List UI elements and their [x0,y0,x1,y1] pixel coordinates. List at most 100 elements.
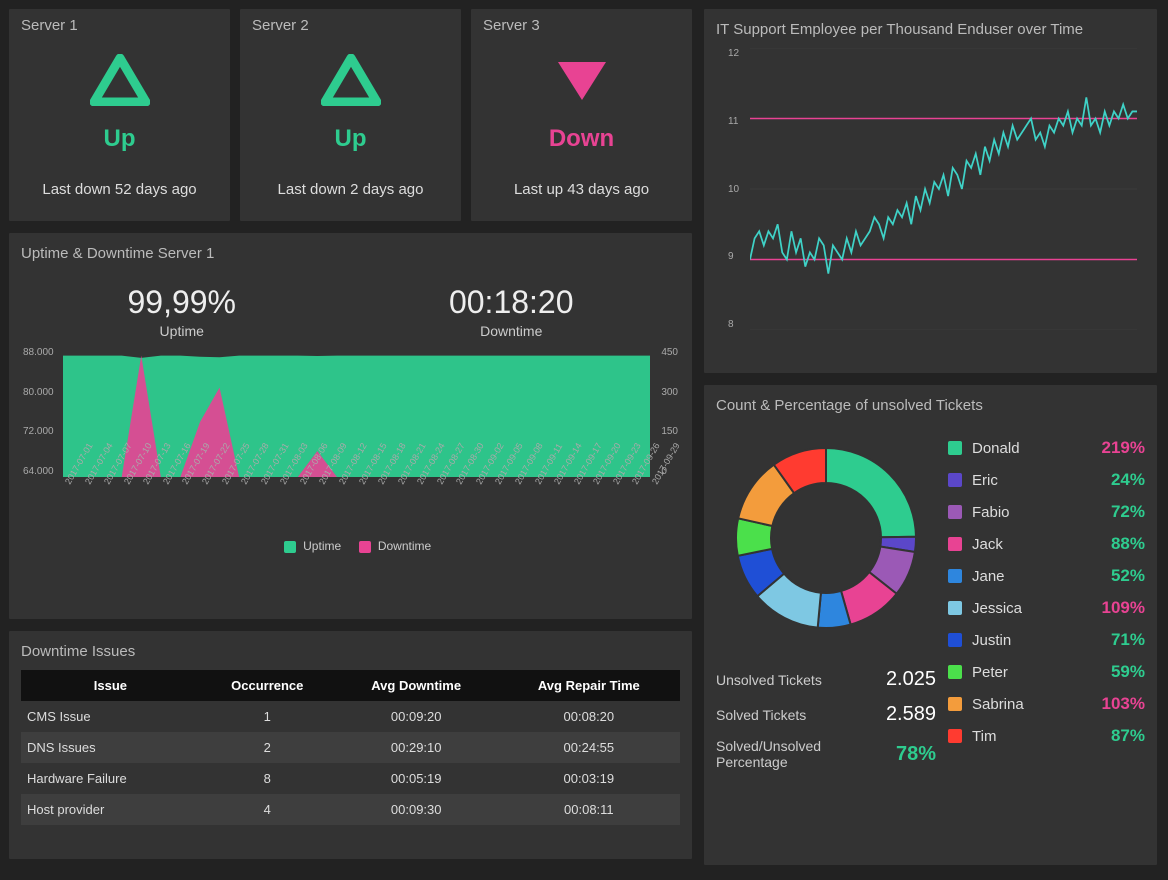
tickets-legend: Donald219%Eric24%Fabio72%Jack88%Jane52%J… [948,432,1145,776]
uptime-value: 99,99% [127,284,236,321]
tickets-card-title: Count & Percentage of unsolved Tickets [716,393,1145,424]
uptime-card: Uptime & Downtime Server 1 99,99% Uptime… [8,232,693,620]
uptime-card-title: Uptime & Downtime Server 1 [21,241,680,272]
table-cell: 00:03:19 [498,763,680,794]
server-last-text: Last up 43 days ago [514,181,649,198]
table-row[interactable]: DNS Issues200:29:1000:24:55 [21,732,680,763]
table-cell: 00:09:20 [335,701,498,732]
legend-name: Donald [972,440,1102,457]
tickets-legend-row[interactable]: Eric24% [948,464,1145,496]
triangle-up-icon [90,54,150,111]
legend-name: Fabio [972,504,1111,521]
tickets-legend-row[interactable]: Fabio72% [948,496,1145,528]
tickets-legend-row[interactable]: Donald219% [948,432,1145,464]
table-header: Avg Downtime [335,670,498,701]
table-cell: 1 [200,701,335,732]
table-cell: Host provider [21,794,200,825]
uptime-chart: 88.00080.00072.00064.000 4503001500 2017… [21,347,680,497]
server-status: Down [549,125,614,153]
table-cell: CMS Issue [21,701,200,732]
legend-name: Jessica [972,600,1102,617]
legend-swatch [948,569,962,583]
pct-label: Solved/Unsolved Percentage [716,738,846,770]
table-header: Issue [21,670,200,701]
server-name: Server 2 [252,17,309,34]
legend-swatch [948,665,962,679]
downtime-value: 00:18:20 [449,284,574,321]
legend-pct: 87% [1111,726,1145,746]
legend-name: Sabrina [972,696,1102,713]
server-card-3[interactable]: Server 3DownLast up 43 days ago [470,8,693,222]
it-support-chart-title: IT Support Employee per Thousand Enduser… [716,17,1145,48]
table-row[interactable]: CMS Issue100:09:2000:08:20 [21,701,680,732]
uptime-legend-swatch [284,541,296,553]
server-status: Up [104,125,136,153]
table-cell: 00:29:10 [335,732,498,763]
table-cell: 00:08:20 [498,701,680,732]
tickets-donut-chart [726,438,926,638]
table-row[interactable]: Hardware Failure800:05:1900:03:19 [21,763,680,794]
table-row[interactable]: Host provider400:09:3000:08:11 [21,794,680,825]
table-header: Occurrence [200,670,335,701]
tickets-legend-row[interactable]: Tim87% [948,720,1145,752]
downtime-issues-table: IssueOccurrenceAvg DowntimeAvg Repair Ti… [21,670,680,825]
tickets-card: Count & Percentage of unsolved Tickets U… [703,384,1158,866]
legend-pct: 72% [1111,502,1145,522]
server-name: Server 1 [21,17,78,34]
legend-name: Justin [972,632,1111,649]
tickets-legend-row[interactable]: Jessica109% [948,592,1145,624]
unsolved-label: Unsolved Tickets [716,672,822,688]
legend-name: Jane [972,568,1111,585]
legend-swatch [948,601,962,615]
uptime-chart-legend: Uptime Downtime [21,539,680,553]
downtime-issues-title: Downtime Issues [21,639,680,670]
tickets-legend-row[interactable]: Peter59% [948,656,1145,688]
legend-pct: 71% [1111,630,1145,650]
tickets-legend-row[interactable]: Justin71% [948,624,1145,656]
table-cell: DNS Issues [21,732,200,763]
downtime-legend-label: Downtime [378,539,431,553]
triangle-down-icon [552,54,612,111]
solved-label: Solved Tickets [716,707,806,723]
unsolved-value: 2.025 [886,668,936,691]
server-status-row: Server 1 Up Last down 52 days ago Server 2 U… [8,8,693,222]
it-support-chart-card: IT Support Employee per Thousand Enduser… [703,8,1158,374]
legend-swatch [948,441,962,455]
server-status: Up [335,125,367,153]
triangle-up-icon [321,54,381,111]
table-cell: 4 [200,794,335,825]
table-cell: 2 [200,732,335,763]
legend-name: Eric [972,472,1111,489]
tickets-legend-row[interactable]: Jane52% [948,560,1145,592]
legend-pct: 52% [1111,566,1145,586]
downtime-label: Downtime [449,323,574,339]
legend-swatch [948,697,962,711]
legend-pct: 103% [1102,694,1145,714]
server-card-2[interactable]: Server 2 Up Last down 2 days ago [239,8,462,222]
legend-name: Tim [972,728,1111,745]
legend-swatch [948,729,962,743]
table-header: Avg Repair Time [498,670,680,701]
legend-swatch [948,473,962,487]
legend-pct: 219% [1102,438,1145,458]
legend-name: Peter [972,664,1111,681]
legend-pct: 24% [1111,470,1145,490]
tickets-legend-row[interactable]: Jack88% [948,528,1145,560]
server-last-text: Last down 52 days ago [42,181,196,198]
table-cell: 00:05:19 [335,763,498,794]
tickets-legend-row[interactable]: Sabrina103% [948,688,1145,720]
table-cell: 00:09:30 [335,794,498,825]
downtime-legend-swatch [359,541,371,553]
uptime-label: Uptime [127,323,236,339]
table-cell: Hardware Failure [21,763,200,794]
legend-swatch [948,505,962,519]
server-card-1[interactable]: Server 1 Up Last down 52 days ago [8,8,231,222]
legend-name: Jack [972,536,1111,553]
solved-value: 2.589 [886,703,936,726]
legend-pct: 88% [1111,534,1145,554]
uptime-legend-label: Uptime [303,539,341,553]
downtime-issues-card: Downtime Issues IssueOccurrenceAvg Downt… [8,630,693,860]
server-last-text: Last down 2 days ago [278,181,424,198]
legend-pct: 109% [1102,598,1145,618]
legend-swatch [948,633,962,647]
